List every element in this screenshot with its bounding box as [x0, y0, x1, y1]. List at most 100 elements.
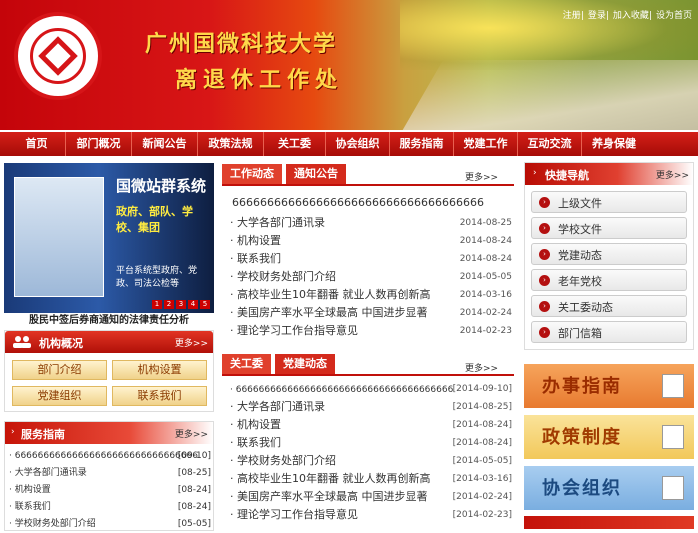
list-item-title[interactable]: · 美国房产率水平全球最高 中国进步显著 [230, 490, 428, 503]
list-item[interactable]: · 大学各部门通讯录 [2014-08-25] [230, 398, 512, 416]
slider-caption[interactable]: 股民中签后券商通知的法律责任分析 [4, 311, 214, 326]
nav-association[interactable]: 协会组织 [326, 132, 390, 156]
partial-banner-button[interactable] [524, 516, 694, 529]
list-item-title[interactable]: · 大学各部门通讯录 [9, 468, 87, 478]
dept-intro-button[interactable]: 部门介绍 [12, 360, 107, 380]
party-org-button[interactable]: 党建组织 [12, 386, 107, 406]
quick-nav-item[interactable]: › 学校文件 [531, 217, 687, 239]
list-item[interactable]: · 理论学习工作台指导意见 [2014-02-23] [230, 506, 512, 524]
list-item[interactable]: · 美国房产率水平全球最高 中国进步显著 [2014-02-24] [230, 488, 512, 506]
nav-party[interactable]: 党建工作 [454, 132, 518, 156]
slider-dot[interactable]: 1 [152, 300, 162, 309]
list-item-title[interactable]: · 联系我们 [9, 502, 51, 512]
nav-health[interactable]: 养身保健 [582, 132, 646, 156]
list-item[interactable]: · 高校毕业生10年翻番 就业人数再创新高 [2014-03-16] [230, 470, 512, 488]
slider-dot[interactable]: 2 [164, 300, 174, 309]
quick-nav-item-label: 学校文件 [558, 223, 602, 236]
list-item[interactable]: · 联系我们 2014-08-24 [230, 250, 512, 268]
register-link[interactable]: 注册 [563, 11, 581, 21]
list-item[interactable]: · 大学各部门通讯录 2014-08-25 [230, 214, 512, 232]
list-item[interactable]: · 机构设置 2014-08-24 [230, 232, 512, 250]
list-item[interactable]: · 高校毕业生10年翻番 就业人数再创新高 2014-03-16 [230, 286, 512, 304]
list-item[interactable]: · 66666666666666666666666666666666 [09-10… [9, 448, 211, 465]
people-icon [13, 336, 31, 348]
quick-nav-item-label: 关工委动态 [558, 301, 613, 314]
guanwei-more-link[interactable]: 更多>> [465, 361, 498, 374]
slider-dot[interactable]: 5 [200, 300, 210, 309]
service-guide-more-link[interactable]: 更多>> [175, 427, 208, 440]
list-item[interactable]: · 学校财务处部门介绍 2014-05-05 [230, 268, 512, 286]
nav-department[interactable]: 部门概况 [66, 132, 132, 156]
arrow-circle-icon: › [539, 275, 550, 286]
list-item[interactable]: · 联系我们 [08-24] [9, 499, 211, 516]
nav-home[interactable]: 首页 [8, 132, 66, 156]
quick-nav-item[interactable]: › 关工委动态 [531, 295, 687, 317]
list-item-title[interactable]: · 高校毕业生10年翻番 就业人数再创新高 [230, 472, 431, 485]
list-item[interactable]: · 理论学习工作台指导意见 2014-02-23 [230, 322, 512, 340]
quick-nav-more-link[interactable]: 更多>> [656, 168, 689, 181]
university-logo[interactable] [14, 12, 102, 100]
quick-nav-item[interactable]: › 上级文件 [531, 191, 687, 213]
list-item-title[interactable]: · 学校财务处部门介绍 [230, 270, 336, 283]
tab-work-news[interactable]: 工作动态 [222, 164, 282, 184]
slider-pager: 1 2 3 4 5 [152, 300, 210, 309]
tab-notices[interactable]: 通知公告 [286, 164, 346, 184]
list-item-title[interactable]: · 高校毕业生10年翻番 就业人数再创新高 [230, 288, 431, 301]
list-item-title[interactable]: · 大学各部门通讯录 [230, 400, 325, 413]
contact-us-button[interactable]: 联系我们 [112, 386, 207, 406]
list-item-title[interactable]: · 机构设置 [230, 418, 281, 431]
set-homepage-link[interactable]: 设为首页 [656, 11, 692, 21]
list-item-title[interactable]: · 学校财务处部门介绍 [9, 519, 96, 529]
list-item[interactable]: · 机构设置 [08-24] [9, 482, 211, 499]
org-overview-more-link[interactable]: 更多>> [175, 336, 208, 349]
list-item-title[interactable]: · 机构设置 [9, 485, 51, 495]
nav-policy[interactable]: 政策法规 [198, 132, 264, 156]
news-divider [222, 184, 514, 186]
login-link[interactable]: 登录 [588, 11, 606, 21]
news-headline[interactable]: 666666666666666666666666666666666666 [232, 196, 484, 209]
nav-service[interactable]: 服务指南 [390, 132, 454, 156]
list-item-title[interactable]: · 联系我们 [230, 252, 281, 265]
list-item-title[interactable]: · 66666666666666666666666666666666 [9, 451, 198, 461]
quick-nav-item[interactable]: › 部门信箱 [531, 321, 687, 343]
news-more-link[interactable]: 更多>> [465, 170, 498, 183]
tab-party-news[interactable]: 党建动态 [275, 354, 335, 374]
nav-interaction[interactable]: 互动交流 [518, 132, 582, 156]
list-item[interactable]: · 美国房产率水平全球最高 中国进步显著 2014-02-24 [230, 304, 512, 322]
tab-guanwei[interactable]: 关工委 [222, 354, 271, 374]
association-banner-button[interactable]: 协会组织 [524, 466, 694, 510]
image-slider[interactable]: 国微站群系统 政府、部队、学校、集团 平台系统型政府、党政、司法公检等 1 2 … [4, 163, 214, 313]
list-item-title[interactable]: · 机构设置 [230, 234, 281, 247]
site-title-university: 广州国微科技大学 [145, 31, 338, 57]
nav-guanwei[interactable]: 关工委 [264, 132, 326, 156]
list-item-title[interactable]: · 美国房产率水平全球最高 中国进步显著 [230, 306, 428, 319]
list-item-date: 2014-02-23 [459, 326, 512, 336]
list-item[interactable]: · 66666666666666666666666666666666666666… [230, 380, 512, 398]
org-setup-button[interactable]: 机构设置 [112, 360, 207, 380]
policy-banner-button[interactable]: 政策制度 [524, 415, 694, 459]
news-list: · 大学各部门通讯录 2014-08-25 · 机构设置 2014-08-24 · … [230, 214, 512, 340]
list-item-title[interactable]: · 66666666666666666666666666666666666666 [230, 385, 453, 395]
slider-dot[interactable]: 3 [176, 300, 186, 309]
quick-nav-item-label: 党建动态 [558, 249, 602, 262]
list-item[interactable]: · 联系我们 [2014-08-24] [230, 434, 512, 452]
service-guide-banner-button[interactable]: 办事指南 [524, 364, 694, 408]
service-guide-title: 服务指南 [21, 428, 65, 441]
slider-dot[interactable]: 4 [188, 300, 198, 309]
list-item[interactable]: · 学校财务处部门介绍 [2014-05-05] [230, 452, 512, 470]
list-item-title[interactable]: · 大学各部门通讯录 [230, 216, 325, 229]
quick-nav-item[interactable]: › 党建动态 [531, 243, 687, 265]
list-item-title[interactable]: · 理论学习工作台指导意见 [230, 508, 358, 521]
top-links: 注册| 登录| 加入收藏| 设为首页 [562, 11, 692, 21]
list-item-title[interactable]: · 理论学习工作台指导意见 [230, 324, 358, 337]
nav-news[interactable]: 新闻公告 [132, 132, 198, 156]
arrow-circle-icon: › [539, 197, 550, 208]
list-item-title[interactable]: · 学校财务处部门介绍 [230, 454, 336, 467]
list-item[interactable]: · 机构设置 [2014-08-24] [230, 416, 512, 434]
list-item[interactable]: · 大学各部门通讯录 [08-25] [9, 465, 211, 482]
document-icon [662, 374, 684, 398]
list-item-title[interactable]: · 联系我们 [230, 436, 281, 449]
bookmark-link[interactable]: 加入收藏 [613, 11, 649, 21]
list-item[interactable]: · 学校财务处部门介绍 [05-05] [9, 516, 211, 533]
quick-nav-item[interactable]: › 老年党校 [531, 269, 687, 291]
